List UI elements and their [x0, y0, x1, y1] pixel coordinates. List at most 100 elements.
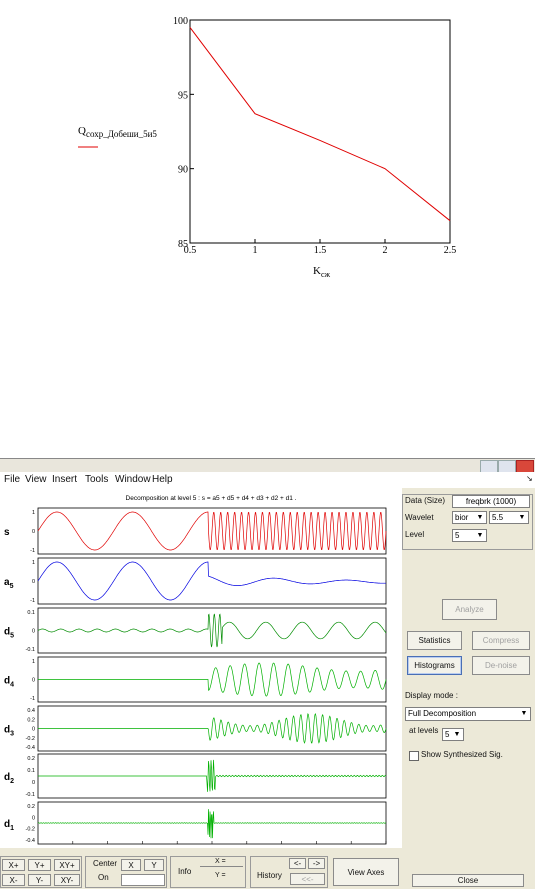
denoise-button[interactable]: De-noise: [472, 656, 530, 675]
decomposition-title: Decomposition at level 5 : s = a5 + d5 +…: [126, 495, 297, 502]
x-axis-label: Kсж: [313, 265, 331, 279]
subplot-tick-label: -0.1: [26, 647, 35, 653]
info-label: Info: [178, 867, 192, 876]
center-on-label: On: [98, 873, 109, 882]
center-x-button[interactable]: X: [121, 859, 141, 871]
y-tick-label: 100: [173, 16, 188, 27]
subplot-label: d5: [4, 627, 14, 640]
y-tick-label: 95: [178, 90, 188, 101]
wavelet-window: File View Insert Tools Window Help ↘ Dec…: [0, 458, 535, 889]
zoom-xy-in-button[interactable]: XY+: [54, 859, 80, 871]
chevron-down-icon: ▼: [520, 710, 528, 717]
subplot-tick-label: 1: [32, 659, 35, 665]
subplot-tick-label: 0: [32, 727, 35, 733]
subplot-tick-label: -0.4: [26, 838, 35, 844]
subplot-d3: 0.4 0.2 0 -0.2 -0.4 d3: [4, 705, 387, 752]
zoom-xy-out-button[interactable]: XY-: [54, 874, 80, 886]
view-axes-button[interactable]: View Axes: [333, 858, 399, 886]
legend-label: Qсохр_Добеши_5и5: [78, 125, 157, 139]
chart-plot-frame: [189, 19, 451, 244]
subplot-tick-label: 1: [32, 560, 35, 566]
subplot-label: s: [4, 527, 10, 538]
subplot-tick-label: 1: [32, 510, 35, 516]
chevron-down-icon: ▼: [453, 731, 461, 738]
subplot-tick-label: 0: [32, 579, 35, 585]
subplot-tick-label: 0: [32, 780, 35, 786]
x-tick-label: 2: [383, 245, 388, 256]
at-levels-label: at levels: [409, 726, 439, 735]
wavelet-family-select[interactable]: bior ▼: [452, 511, 487, 524]
menu-insert[interactable]: Insert: [52, 474, 77, 485]
subplot-tick-label: 0.1: [27, 768, 35, 774]
subplot-tick-label: 0: [32, 529, 35, 535]
center-y-button[interactable]: Y: [144, 859, 164, 871]
subplot-d4: 1 0 -1 d4: [4, 656, 387, 703]
subplot-tick-label: -0.1: [26, 792, 35, 798]
x-tick-label: 1.5: [314, 245, 327, 256]
x-coord-field: [200, 866, 243, 867]
history-first-button[interactable]: <<-: [290, 873, 325, 885]
zoom-x-in-button[interactable]: X+: [2, 859, 25, 871]
subplot-tick-label: -0.2: [26, 827, 35, 833]
at-levels-select[interactable]: 5 ▼: [442, 728, 464, 741]
menu-tools[interactable]: Tools: [85, 474, 108, 485]
chevron-down-icon: ▼: [518, 514, 526, 521]
statistics-button[interactable]: Statistics: [407, 631, 462, 650]
display-mode-label: Display mode :: [405, 691, 458, 700]
x-tick-label: 1: [253, 245, 258, 256]
subplot-tick-label: 0: [32, 629, 35, 635]
level-value: 5: [455, 531, 460, 540]
zoom-y-in-button[interactable]: Y+: [28, 859, 51, 871]
y-tick-label: 85: [178, 239, 188, 250]
window-titlebar[interactable]: [0, 459, 535, 473]
analyze-button[interactable]: Analyze: [442, 599, 497, 620]
center-value-field[interactable]: [121, 874, 165, 886]
menu-window[interactable]: Window: [115, 474, 151, 485]
histograms-button[interactable]: Histograms: [407, 656, 462, 675]
wavelet-family-value: bior: [455, 513, 469, 522]
x-tick-label: 2.5: [444, 245, 457, 256]
show-synth-label: Show Synthesized Sig.: [421, 750, 503, 759]
level-label: Level: [405, 530, 425, 539]
level-select[interactable]: 5 ▼: [452, 529, 487, 542]
subplot-tick-label: 0.2: [27, 756, 35, 762]
display-mode-select[interactable]: Full Decomposition ▼: [405, 707, 531, 721]
menu-view[interactable]: View: [25, 474, 47, 485]
wavelet-order-select[interactable]: 5.5 ▼: [489, 511, 529, 524]
history-label: History: [257, 871, 282, 880]
dock-arrow-icon[interactable]: ↘: [526, 474, 533, 483]
subplot-tick-label: 0.2: [27, 717, 35, 723]
zoom-y-out-button[interactable]: Y-: [28, 874, 51, 886]
subplot-s: 1 0 -1 s: [4, 507, 387, 555]
center-label: Center: [93, 859, 118, 868]
data-size-label: Data (Size): [405, 496, 446, 505]
wavelet-order-value: 5.5: [492, 513, 504, 522]
x-coord-label: X =: [215, 858, 226, 865]
subplot-tick-label: -0.4: [26, 745, 35, 751]
menu-bar: File View Insert Tools Window Help ↘: [0, 472, 535, 488]
zoom-x-out-button[interactable]: X-: [2, 874, 25, 886]
subplot-label: d4: [4, 676, 14, 689]
wavelet-label: Wavelet: [405, 513, 434, 522]
subplot-d2: 0.2 0.1 0 -0.1 d2: [4, 753, 387, 799]
subplot-tick-label: -1: [30, 598, 35, 604]
compress-button[interactable]: Compress: [472, 631, 530, 650]
subplot-label: a5: [4, 577, 14, 590]
chevron-down-icon: ▼: [476, 514, 484, 521]
y-coord-label: Y =: [215, 872, 226, 879]
subplot-label: d3: [4, 725, 14, 738]
history-back-button[interactable]: <-: [289, 858, 306, 869]
subplot-tick-label: 0: [32, 815, 35, 821]
menu-file[interactable]: File: [4, 474, 20, 485]
display-mode-value: Full Decomposition: [408, 709, 477, 718]
subplot-tick-label: -1: [30, 696, 35, 702]
subplot-tick-label: -0.2: [26, 736, 35, 742]
subplot-tick-label: -1: [30, 548, 35, 554]
data-name-field: freqbrk (1000): [452, 495, 530, 508]
show-synth-checkbox[interactable]: [409, 751, 419, 761]
history-forward-button[interactable]: ->: [308, 858, 325, 869]
close-button[interactable]: Close: [412, 874, 524, 887]
menu-help[interactable]: Help: [152, 474, 173, 485]
subplot-tick-label: 0.1: [27, 610, 35, 616]
subplot-tick-label: 0.2: [27, 804, 35, 810]
